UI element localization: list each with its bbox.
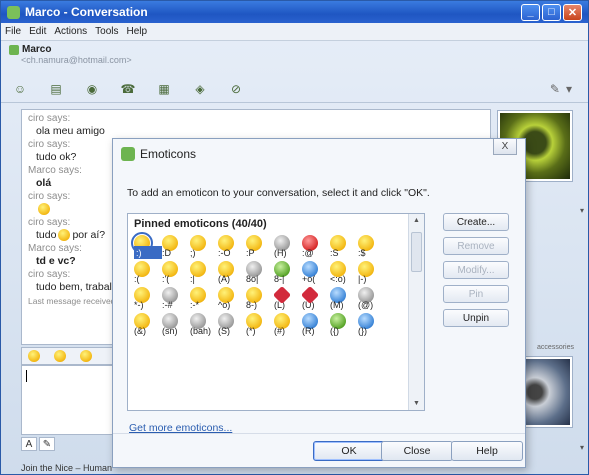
messenger-icon	[7, 5, 20, 19]
emoticon-shortcut[interactable]: 8o|	[246, 272, 274, 285]
title-bar[interactable]: Marco - Conversation _ □ ✕	[1, 1, 588, 23]
menu-icon[interactable]: ▾	[566, 82, 572, 96]
emoticon-shortcut[interactable]: 8-)	[246, 298, 274, 311]
emoticon-shortcut[interactable]: 8-|	[274, 272, 302, 285]
emoticons-dialog-icon	[121, 147, 135, 161]
menu-item-help[interactable]: Help	[127, 26, 148, 37]
dialog-close-button[interactable]: X	[493, 139, 517, 155]
contact-name: Marco	[22, 44, 52, 55]
emoticon-shortcut[interactable]: :S	[330, 246, 358, 259]
emoticon-shortcut[interactable]: (*)	[246, 324, 274, 337]
emoticon-shortcut[interactable]: :)	[134, 246, 162, 259]
emoticon-shortcut[interactable]: :$	[358, 246, 386, 259]
help-button[interactable]: Help	[451, 441, 523, 461]
format-bar: A ✎	[21, 437, 57, 451]
dialog-title-bar[interactable]: Emoticons	[113, 139, 525, 169]
send-files-icon[interactable]: ▤	[47, 80, 65, 98]
emoticon-shortcut[interactable]: (H)	[274, 246, 302, 259]
emoticon-shortcut[interactable]: |-)	[358, 272, 386, 285]
emoticon-shortcut[interactable]: (A)	[218, 272, 246, 285]
action-toolbar: ☺ ▤ ◉ ☎ ▦ ◈ ⊘ ✎ ▾	[1, 75, 588, 103]
emoticon-shortcut[interactable]: (M)	[330, 298, 358, 311]
scroll-down-icon[interactable]: ▼	[413, 400, 420, 407]
close-button[interactable]: ✕	[563, 3, 582, 21]
emoticon-shortcut[interactable]: :-O	[218, 246, 246, 259]
contact-header: Marco <ch.namura@hotmail.com>	[1, 41, 588, 75]
emoticon-shortcut[interactable]: (&)	[134, 324, 162, 337]
message-text: ola meu amigo	[36, 125, 105, 137]
emoticon-shortcut[interactable]: (bah)	[190, 324, 218, 337]
font-button[interactable]: A	[21, 437, 37, 451]
emoticons-dialog: Emoticons X To add an emoticon to your c…	[112, 138, 526, 468]
maximize-button[interactable]: □	[542, 3, 561, 21]
emoticon-shortcut[interactable]: :(	[134, 272, 162, 285]
minimize-button[interactable]: _	[521, 3, 540, 21]
emoticon-shortcut[interactable]: (S)	[218, 324, 246, 337]
emoticon-shortcut[interactable]: (@)	[358, 298, 386, 311]
emoticon-shortcut[interactable]: <:o)	[330, 272, 358, 285]
invite-contact-icon[interactable]: ☺	[11, 80, 29, 98]
contact-email: <ch.namura@hotmail.com>	[21, 55, 132, 65]
emoticon-shortcut[interactable]: :|	[190, 272, 218, 285]
text-caret	[26, 370, 27, 382]
webcam-icon[interactable]: ◉	[83, 80, 101, 98]
smiley-icon	[38, 203, 50, 216]
handwriting-button[interactable]: ✎	[39, 437, 55, 451]
emoticon-grid: :):D;):-O:P (H):@:S:$ :(:'(:| (A) 8o| 8-| +o(<…	[131, 232, 424, 337]
expand-arrow-icon[interactable]: ▾	[580, 443, 584, 452]
emoticon-shortcut[interactable]: (R)	[302, 324, 330, 337]
wink-picker-icon[interactable]	[54, 350, 66, 362]
emoticon-shortcut[interactable]: *-)	[134, 298, 162, 311]
side-label: accessories	[537, 344, 574, 351]
emoticon-shortcut[interactable]: ^o)	[218, 298, 246, 311]
emoticon-shortcut[interactable]: :'(	[162, 272, 190, 285]
ad-text[interactable]: Join the Nice – Human	[21, 463, 112, 473]
unpin-button[interactable]: Unpin	[443, 309, 509, 327]
dialog-instruction: To add an emoticon to your conversation,…	[127, 187, 430, 199]
menu-item-tools[interactable]: Tools	[95, 26, 118, 37]
activities-icon[interactable]: ▦	[155, 80, 173, 98]
call-icon[interactable]: ☎	[119, 80, 137, 98]
side-button-column: Create... Remove Modify... Pin Unpin	[443, 213, 509, 333]
menu-bar: File Edit Actions Tools Help	[1, 23, 588, 41]
emoticon-shortcut[interactable]: +o(	[302, 272, 330, 285]
emoticon-picker-icon[interactable]	[28, 350, 40, 362]
scroll-thumb[interactable]	[411, 232, 422, 272]
background-picker-icon[interactable]	[80, 350, 92, 362]
emoticon-shortcut[interactable]: :@	[302, 246, 330, 259]
emoticon-shortcut[interactable]: :P	[246, 246, 274, 259]
emoticon-shortcut[interactable]: (sn)	[162, 324, 190, 337]
expand-arrow-icon[interactable]: ▾	[580, 206, 584, 215]
grid-scrollbar[interactable]: ▲ ▼	[408, 214, 424, 410]
close-dialog-button[interactable]: Close	[381, 441, 453, 461]
scroll-up-icon[interactable]: ▲	[413, 217, 420, 224]
games-icon[interactable]: ◈	[191, 80, 209, 98]
dialog-title: Emoticons	[140, 147, 197, 161]
window-title: Marco - Conversation	[25, 5, 148, 19]
emoticon-shortcut[interactable]: ;)	[190, 246, 218, 259]
menu-item-edit[interactable]: Edit	[29, 26, 46, 37]
create-button[interactable]: Create...	[443, 213, 509, 231]
emoticon-shortcut[interactable]: ({)	[330, 324, 358, 337]
emoticon-shortcut[interactable]: (})	[358, 324, 386, 337]
smiley-icon	[58, 229, 71, 242]
emoticon-shortcut[interactable]: :D	[162, 246, 190, 259]
pencil-icon[interactable]: ✎	[550, 82, 560, 96]
block-icon[interactable]: ⊘	[227, 80, 245, 98]
contact-status-icon	[9, 44, 19, 55]
emoticon-shortcut[interactable]: :-#	[162, 298, 190, 311]
message-sender: ciro says:	[28, 113, 71, 124]
emoticon-shortcut[interactable]: (#)	[274, 324, 302, 337]
grid-header: Pinned emoticons (40/40)	[134, 218, 267, 230]
emoticon-shortcut[interactable]: :-*	[190, 298, 218, 311]
remove-button[interactable]: Remove	[443, 237, 509, 255]
menu-item-actions[interactable]: Actions	[54, 26, 87, 37]
modify-button[interactable]: Modify...	[443, 261, 509, 279]
emoticon-list: Pinned emoticons (40/40) :):D;):-O:P (H):…	[127, 213, 425, 411]
dialog-footer: OK Close Help	[113, 433, 525, 467]
ok-button[interactable]: OK	[313, 441, 385, 461]
pin-button[interactable]: Pin	[443, 285, 509, 303]
menu-item-file[interactable]: File	[5, 26, 21, 37]
